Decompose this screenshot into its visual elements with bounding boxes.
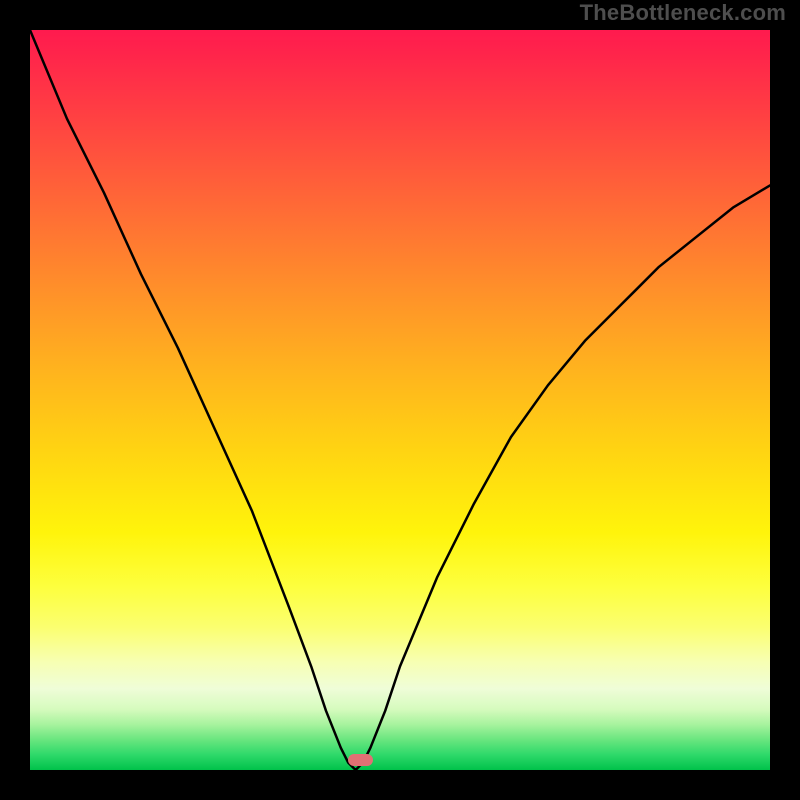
- chart-container: TheBottleneck.com: [0, 0, 800, 800]
- min-marker: [348, 754, 373, 766]
- plot-area: [30, 30, 770, 770]
- curve-path: [30, 30, 770, 770]
- bottleneck-curve: [30, 30, 770, 770]
- watermark-text: TheBottleneck.com: [580, 0, 786, 26]
